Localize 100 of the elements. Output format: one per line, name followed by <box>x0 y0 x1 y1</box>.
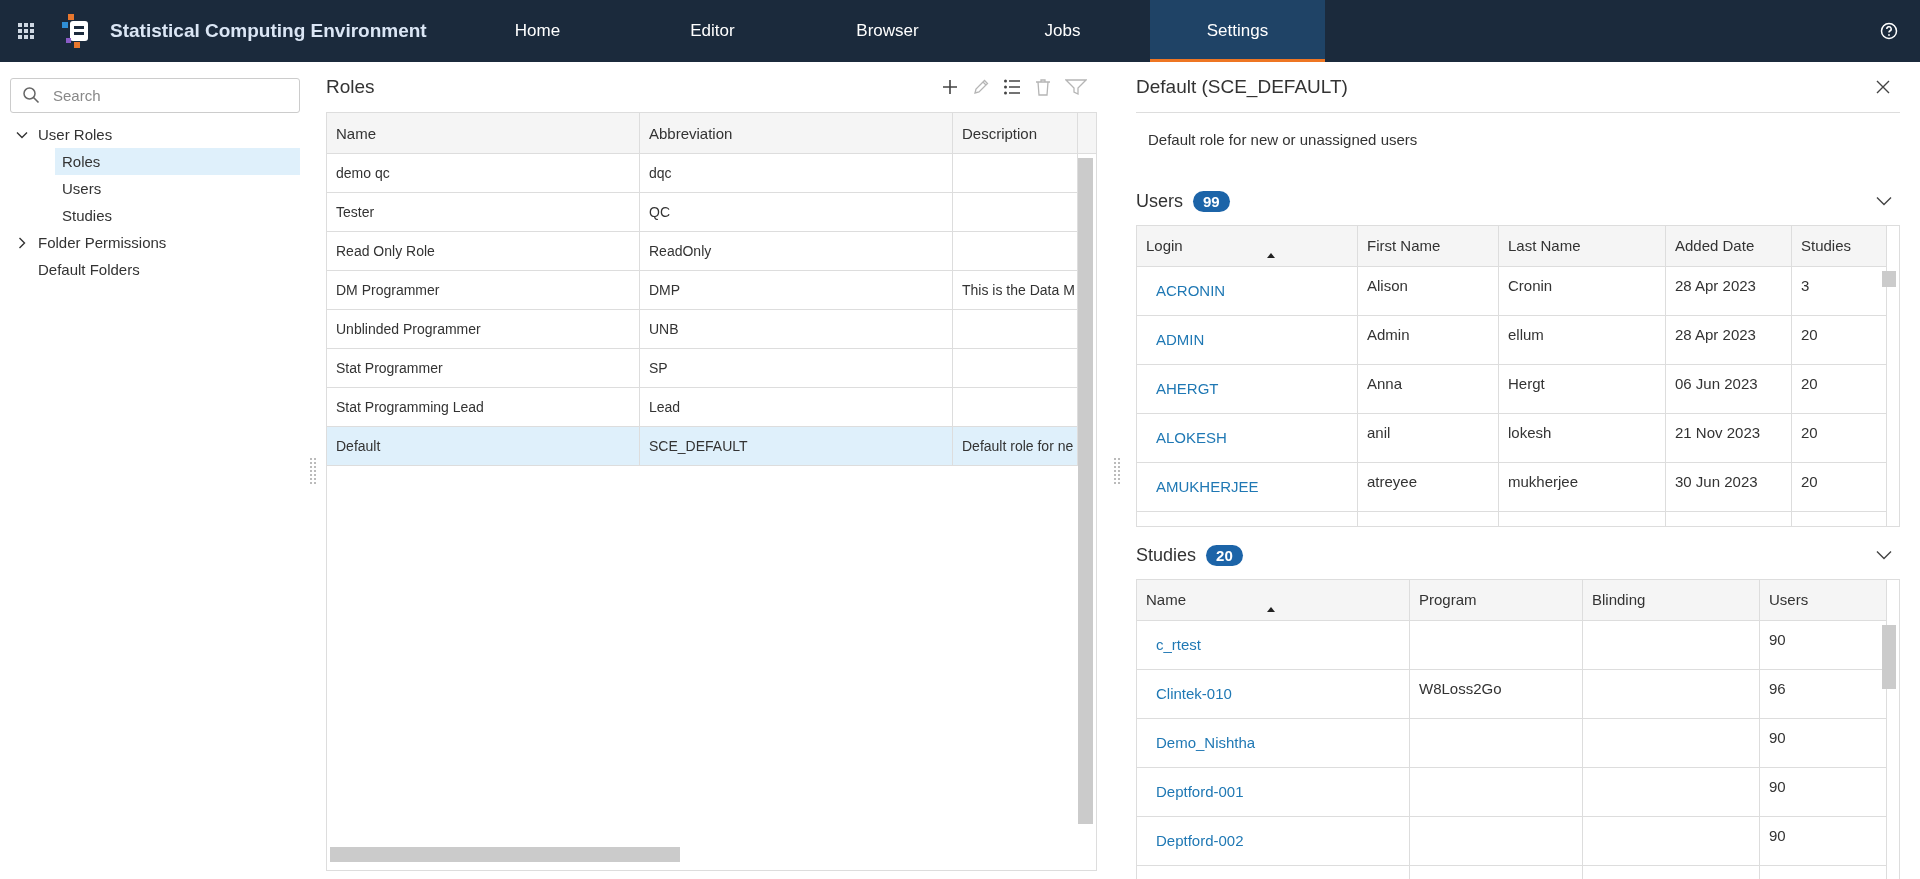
record-link[interactable]: ACRONIN <box>1156 282 1226 299</box>
scrollbar-thumb[interactable] <box>1882 625 1896 689</box>
tree-item[interactable]: User Roles <box>38 126 113 143</box>
chevron-down-icon[interactable] <box>1876 196 1892 206</box>
record-link[interactable]: ALOKESH <box>1156 429 1227 446</box>
table-cell: 28 Apr 2023 <box>1675 326 1756 343</box>
tree-item[interactable]: Roles <box>55 148 300 175</box>
record-link[interactable]: Clintek-010 <box>1156 685 1232 702</box>
scrollbar-thumb[interactable] <box>330 847 680 862</box>
nav-tab[interactable]: Jobs <box>975 0 1150 62</box>
resize-handle-icon[interactable] <box>1113 457 1120 484</box>
scrollbar-thumb[interactable] <box>1078 158 1093 824</box>
tree-item[interactable]: Folder Permissions <box>38 234 167 251</box>
table-cell: 20 <box>1801 326 1818 343</box>
table-cell: lokesh <box>1508 424 1552 441</box>
table-cell: anil <box>1367 424 1391 441</box>
table-cell: 90 <box>1769 778 1786 795</box>
table-cell: SP <box>649 360 668 376</box>
panel-title: Roles <box>326 76 375 98</box>
count-badge: 20 <box>1206 544 1243 566</box>
record-link[interactable]: Demo_Nishtha <box>1156 734 1256 751</box>
column-header[interactable]: Last Name <box>1499 226 1666 266</box>
table-cell: 30 Jun 2023 <box>1675 473 1758 490</box>
apps-grid-icon[interactable] <box>18 23 34 39</box>
column-header[interactable]: Added Date <box>1666 226 1792 266</box>
resize-handle-icon[interactable] <box>310 457 316 484</box>
table-cell: mukherjee <box>1508 473 1579 490</box>
column-header[interactable]: Description <box>953 113 1078 153</box>
logo-icon <box>62 14 88 48</box>
table-cell: 90 <box>1769 631 1786 648</box>
table-cell: Alison <box>1367 277 1408 294</box>
table-cell: 20 <box>1801 424 1818 441</box>
table-row[interactable]: Default SCE_DEFAULT Default role for ne <box>327 427 1078 466</box>
table-cell: Default role for ne <box>962 438 1074 454</box>
column-header[interactable]: Studies <box>1792 226 1887 266</box>
record-link[interactable]: ADMIN <box>1156 331 1205 348</box>
record-link[interactable]: AHERGT <box>1156 380 1219 397</box>
tree-item[interactable]: Default Folders <box>38 261 140 278</box>
chevron-right-icon[interactable] <box>16 236 28 249</box>
table-row[interactable]: demo qc dqc <box>327 154 1078 193</box>
table-cell: UNB <box>649 321 679 337</box>
table-row[interactable]: Unblinded Programmer UNB <box>327 310 1078 349</box>
table-cell: Tester <box>336 204 375 220</box>
table-cell: This is the Data M <box>962 282 1075 298</box>
table-cell: Unblinded Programmer <box>336 321 481 337</box>
close-icon[interactable] <box>1876 80 1890 94</box>
help-icon[interactable] <box>1880 22 1898 40</box>
table-cell: Anna <box>1367 375 1403 392</box>
nav-tab[interactable]: Editor <box>625 0 800 62</box>
add-icon[interactable] <box>941 78 959 96</box>
table-cell: atreyee <box>1367 473 1418 490</box>
search-field[interactable]: Search <box>10 78 300 113</box>
column-header[interactable]: First Name <box>1358 226 1499 266</box>
table-row[interactable]: Read Only Role ReadOnly <box>327 232 1078 271</box>
table-cell: Cronin <box>1508 277 1553 294</box>
app-title: Statistical Computing Environment <box>110 20 428 42</box>
table-row[interactable]: DM Programmer DMP This is the Data M <box>327 271 1078 310</box>
scrollbar-thumb[interactable] <box>1882 271 1896 287</box>
detail-title: Default (SCE_DEFAULT) <box>1136 76 1348 98</box>
table-cell: demo qc <box>336 165 390 181</box>
record-link[interactable]: c_rtest <box>1156 636 1201 653</box>
table-cell: 3 <box>1801 277 1810 294</box>
tree-item[interactable]: Users <box>55 175 300 202</box>
table-row[interactable]: Tester QC <box>327 193 1078 232</box>
table-cell: Admin <box>1367 326 1410 343</box>
section-title: Studies <box>1136 544 1197 566</box>
table-cell: Default <box>336 438 381 454</box>
tree-item[interactable]: Studies <box>55 202 300 229</box>
column-header[interactable]: Login <box>1137 226 1358 266</box>
nav-tab[interactable]: Settings <box>1150 0 1325 62</box>
column-header[interactable]: Name <box>327 113 640 153</box>
column-header[interactable]: Blinding <box>1583 580 1760 620</box>
table-row[interactable]: Stat Programmer SP <box>327 349 1078 388</box>
record-link[interactable]: Deptford-001 <box>1156 783 1244 800</box>
record-link[interactable]: Deptford-002 <box>1156 832 1244 849</box>
table-cell: 90 <box>1769 827 1786 844</box>
record-link[interactable]: AMUKHERJEE <box>1156 478 1259 495</box>
column-header[interactable]: Abbreviation <box>640 113 953 153</box>
table-cell: 20 <box>1801 473 1818 490</box>
table-cell: 90 <box>1769 729 1786 746</box>
column-header[interactable]: Users <box>1760 580 1887 620</box>
table-cell: dqc <box>649 165 672 181</box>
table-cell: W8Loss2Go <box>1419 680 1502 697</box>
table-cell: Read Only Role <box>336 243 435 259</box>
table-cell: DMP <box>649 282 681 298</box>
table-cell: Stat Programmer <box>336 360 443 376</box>
nav-tab[interactable]: Home <box>450 0 625 62</box>
list-icon[interactable] <box>1003 78 1021 96</box>
nav-tab[interactable]: Browser <box>800 0 975 62</box>
table-cell: Stat Programming Lead <box>336 399 484 415</box>
column-header[interactable]: Name <box>1137 580 1410 620</box>
table-cell: ellum <box>1508 326 1544 343</box>
table-cell: 96 <box>1769 680 1786 697</box>
table-cell: 20 <box>1801 375 1818 392</box>
role-description: Default role for new or unassigned users <box>1147 130 1419 150</box>
column-header[interactable]: Program <box>1410 580 1583 620</box>
chevron-down-icon[interactable] <box>1876 550 1892 560</box>
count-badge: 99 <box>1193 190 1230 212</box>
table-cell: QC <box>649 204 670 220</box>
table-cell: 21 Nov 2023 <box>1675 424 1761 441</box>
